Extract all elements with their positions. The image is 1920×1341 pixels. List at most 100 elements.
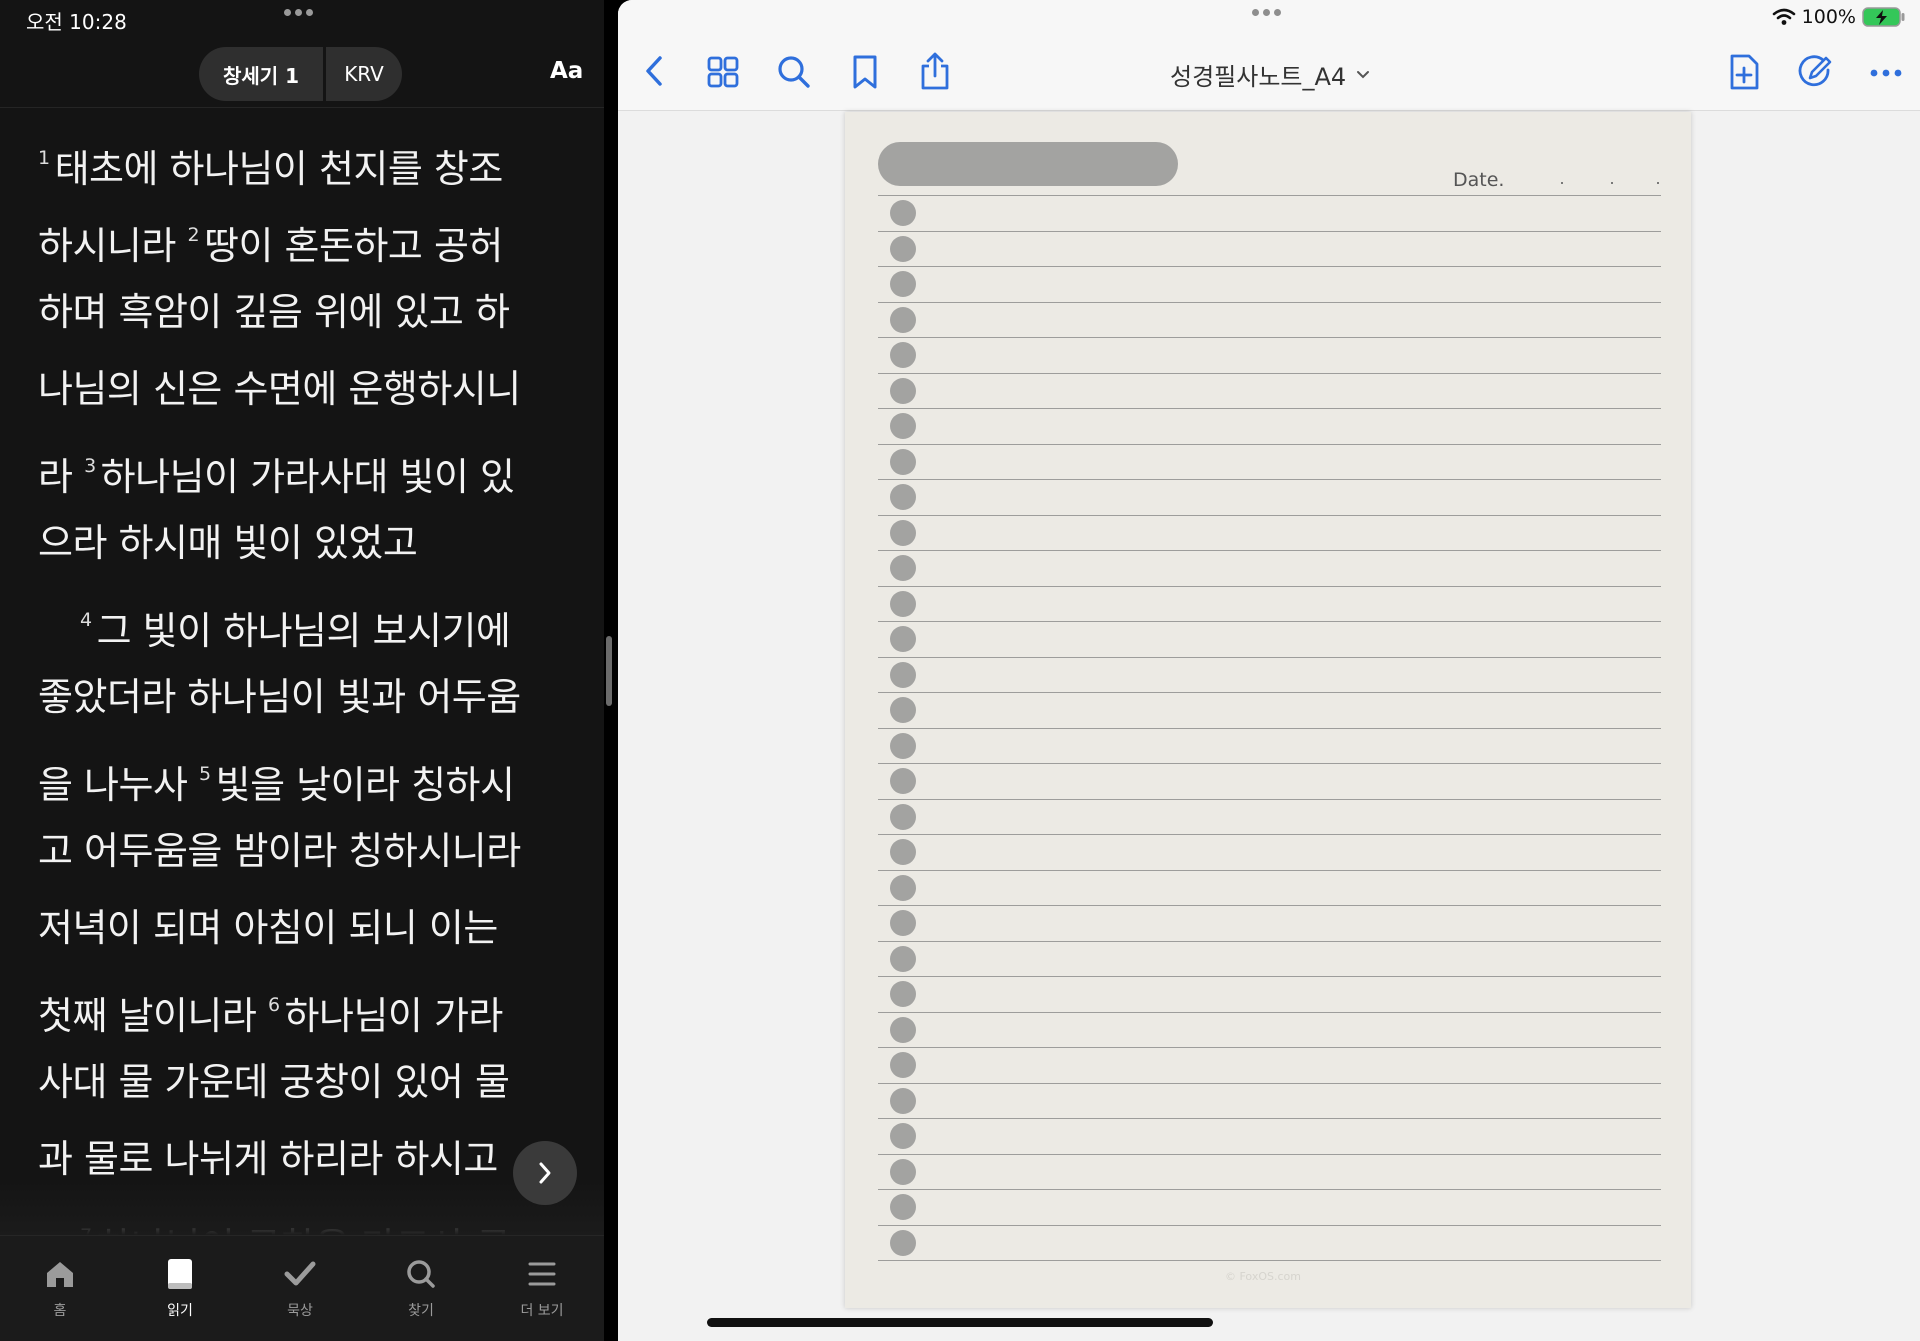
row-bullet: [890, 732, 916, 759]
verse-text: 으라 하시매 빛이 있었고: [38, 521, 418, 565]
row-bullet: [890, 235, 916, 262]
ruled-line: [878, 692, 1661, 693]
tab-read[interactable]: 읽기: [135, 1254, 225, 1320]
row-bullet: [890, 626, 916, 652]
chevron-right-icon: [539, 1162, 551, 1184]
ruled-line: [878, 763, 1661, 764]
ruled-line: [878, 1118, 1661, 1119]
back-button[interactable]: [640, 52, 668, 90]
ruled-line: [878, 266, 1661, 267]
verse-text: 빛을 낮이라 칭하시: [215, 763, 515, 807]
scripture-line: 라 3 하나님이 가라사대 빛이 있: [38, 428, 558, 505]
ruled-line: [878, 195, 1661, 196]
ruled-line: [878, 1260, 1661, 1261]
search-icon: [407, 1260, 435, 1288]
more-options-button[interactable]: [1868, 58, 1904, 88]
row-bullet: [890, 1016, 916, 1043]
ruled-line: [878, 479, 1661, 480]
verse-text: 과 물로 나뉘게 하리라 하시고: [38, 1137, 498, 1181]
document-title-menu[interactable]: 성경필사노트_A4: [1170, 57, 1370, 92]
share-icon: [921, 52, 949, 90]
row-bullet: [890, 271, 916, 297]
row-bullet: [890, 1194, 916, 1220]
row-bullet: [890, 306, 916, 333]
ellipsis-icon: [1870, 69, 1902, 77]
row-bullet: [890, 874, 916, 901]
tab-home[interactable]: 홈: [15, 1254, 105, 1320]
ruled-line: [878, 905, 1661, 906]
reader-scrollbar[interactable]: [606, 636, 612, 706]
row-bullet: [890, 1052, 916, 1078]
chevron-down-icon: [1357, 70, 1370, 78]
book-chapter-button[interactable]: 창세기 1: [199, 47, 323, 101]
scripture-line: 나님의 신은 수면에 운행하시니: [38, 351, 558, 428]
ruled-line: [878, 408, 1661, 409]
ruled-line: [878, 230, 1661, 232]
row-bullet: [890, 981, 916, 1007]
ruled-line: [878, 550, 1661, 551]
font-settings-button[interactable]: Aa: [550, 58, 583, 84]
verse-text: 태초에 하나님이 천지를 창조: [54, 147, 504, 191]
verse-text: 나님의 신은 수면에 운행하시니: [38, 367, 521, 411]
verse-text: 라: [38, 455, 73, 499]
verse-text: 저녁이 되며 아침이 되니 이는: [38, 906, 498, 950]
verse-number: 4: [80, 609, 92, 631]
page-watermark: © FoxOS.com: [1225, 1270, 1301, 1283]
battery-charging-icon: [1862, 7, 1905, 27]
date-separator: [1611, 182, 1613, 184]
date-label: Date.: [1453, 169, 1505, 191]
scripture-line: 하며 흑암이 깊음 위에 있고 하: [38, 274, 558, 351]
multitasking-handle[interactable]: [1252, 9, 1281, 16]
search-button[interactable]: [776, 54, 812, 90]
bible-reader-pane: 오전 10:28 창세기 1 KRV Aa 1 태초에 하나님이 천지를 창조 하시…: [0, 0, 604, 1341]
verse-text: 사대 물 가운데 궁창이 있어 물: [38, 1060, 510, 1104]
verse-text: 하며 흑암이 깊음 위에 있고 하: [38, 290, 510, 334]
bookmark-button[interactable]: [850, 53, 880, 91]
tab-search[interactable]: 찾기: [376, 1254, 466, 1320]
tab-more[interactable]: 더 보기: [497, 1254, 587, 1320]
verse-text: 땅이 혼돈하고 공허: [204, 224, 503, 268]
tab-label: 묵상: [287, 1303, 313, 1319]
date-separator: [1561, 182, 1563, 184]
ruled-line: [878, 1224, 1661, 1226]
reader-fade: [0, 1180, 604, 1235]
scripture-text[interactable]: 1 태초에 하나님이 천지를 창조 하시니라 2 땅이 혼돈하고 공허하며 흑암이 깊…: [38, 120, 558, 1235]
verse-text: 하나님이 가라: [284, 994, 504, 1038]
thumbnails-button[interactable]: [706, 55, 740, 89]
note-page[interactable]: Date. © FoxOS.com: [845, 112, 1691, 1308]
add-page-button[interactable]: [1726, 52, 1762, 92]
scripture-line: 1 태초에 하나님이 천지를 창조: [38, 120, 558, 197]
share-button[interactable]: [918, 50, 952, 92]
home-icon: [47, 1262, 73, 1287]
book-icon: [168, 1259, 192, 1289]
multitasking-handle[interactable]: [284, 9, 313, 16]
tab-label: 홈: [53, 1303, 67, 1319]
scripture-line: 하시니라 2 땅이 혼돈하고 공허: [38, 197, 558, 274]
ruled-line: [878, 585, 1661, 587]
ruled-line: [878, 940, 1661, 942]
ruled-line: [878, 656, 1661, 658]
row-bullet: [890, 555, 916, 581]
ruled-line: [878, 514, 1661, 516]
chapter-version-selector: 창세기 1 KRV: [199, 47, 402, 101]
tab-bar: 홈 읽기 묵상 찾기 더 보기: [0, 1235, 604, 1341]
version-button[interactable]: KRV: [326, 47, 402, 101]
ruled-line: [878, 301, 1661, 303]
edit-mode-button[interactable]: [1796, 52, 1834, 92]
add-page-icon: [1730, 54, 1759, 90]
row-bullet: [890, 200, 916, 226]
home-indicator[interactable]: [707, 1318, 1213, 1327]
row-bullet: [890, 661, 916, 688]
row-bullet: [890, 448, 916, 475]
row-bullet: [890, 1123, 916, 1149]
notes-toolbar: 100% 성경필사노트_A4: [618, 0, 1920, 111]
status-indicators: 100%: [1772, 6, 1906, 28]
tab-meditation[interactable]: 묵상: [255, 1254, 345, 1320]
date-separator: [1657, 182, 1659, 184]
row-bullet: [890, 910, 916, 936]
ruled-line: [878, 443, 1661, 445]
next-chapter-button[interactable]: [513, 1141, 577, 1205]
document-title: 성경필사노트_A4: [1170, 63, 1347, 91]
scripture-line: 으라 하시매 빛이 있었고: [38, 505, 558, 582]
checkmark-icon: [284, 1261, 316, 1286]
